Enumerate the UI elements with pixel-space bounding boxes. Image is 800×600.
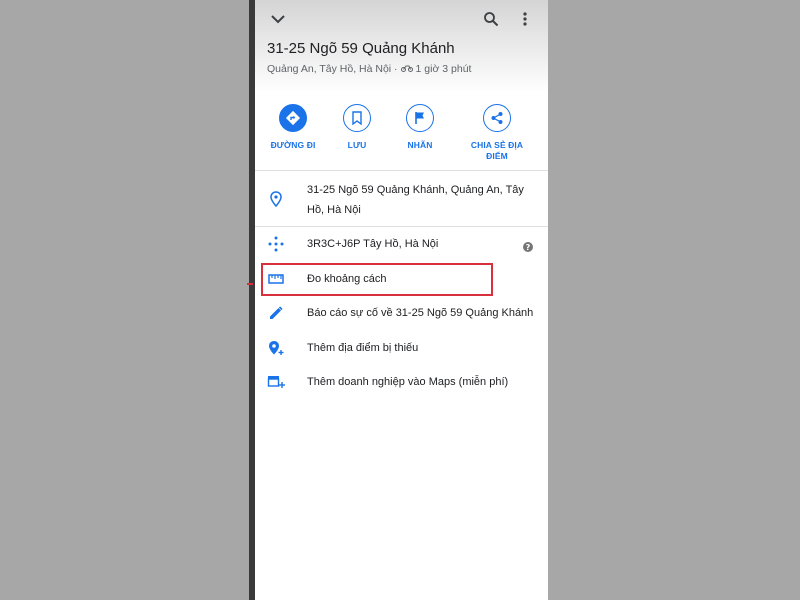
save-label: LƯU (347, 140, 367, 150)
chevron-down-icon[interactable] (265, 8, 291, 30)
motorbike-icon (400, 63, 413, 75)
share-icon (483, 104, 511, 132)
ruler-icon (265, 268, 287, 290)
flag-icon (406, 104, 434, 132)
place-locality: Quảng An, Tây Hồ, Hà Nội · (267, 63, 398, 75)
divider (255, 170, 548, 171)
save-button[interactable]: LƯU (322, 104, 392, 151)
plus-code-text: 3R3C+J6P Tây Hồ, Hà Nội (307, 238, 439, 250)
add-business-label: Thêm doanh nghiệp vào Maps (miễn phí) (307, 376, 509, 388)
address-line-1: 31-25 Ngõ 59 Quảng Khánh, Quảng An, Tây (307, 184, 524, 196)
measure-distance-row[interactable]: Đo khoảng cách (255, 268, 548, 290)
label-button[interactable]: NHÃN (385, 104, 455, 151)
share-button[interactable]: CHIA SẺ ĐỊA ĐIỂM (462, 104, 532, 162)
directions-label: ĐƯỜNG ĐI (270, 140, 316, 150)
place-title: 31-25 Ngõ 59 Quảng Khánh (267, 40, 455, 57)
add-business-icon (265, 371, 287, 393)
label-label: NHÃN (407, 140, 433, 150)
report-issue-row[interactable]: Báo cáo sự cố về 31-25 Ngõ 59 Quảng Khán… (255, 302, 548, 324)
add-business-row[interactable]: Thêm doanh nghiệp vào Maps (miễn phí) (255, 371, 548, 393)
add-location-icon (265, 337, 287, 359)
highlight-pointer (247, 283, 253, 285)
help-icon[interactable]: ? (523, 242, 533, 252)
travel-time: 1 giờ 3 phút (415, 63, 472, 75)
measure-distance-label: Đo khoảng cách (307, 273, 387, 285)
address-line-2: Hồ, Hà Nội (307, 204, 361, 216)
place-header: 31-25 Ngõ 59 Quảng Khánh Quảng An, Tây H… (255, 0, 548, 92)
add-missing-place-row[interactable]: Thêm địa điểm bị thiếu (255, 337, 548, 359)
action-buttons: ĐƯỜNG ĐI LƯU NHÃN CHIA SẺ ĐỊA ĐIỂM (255, 104, 548, 162)
location-pin-icon (265, 188, 287, 210)
bookmark-icon (343, 104, 371, 132)
plus-code-icon (265, 233, 287, 255)
maps-place-sheet: 31-25 Ngõ 59 Quảng Khánh Quảng An, Tây H… (255, 0, 548, 600)
place-subtitle: Quảng An, Tây Hồ, Hà Nội · 1 giờ 3 phút (267, 63, 471, 75)
directions-button[interactable]: ĐƯỜNG ĐI (258, 104, 328, 151)
report-issue-label: Báo cáo sự cố về 31-25 Ngõ 59 Quảng Khán… (307, 307, 534, 319)
search-icon[interactable] (480, 8, 502, 30)
directions-icon (279, 104, 307, 132)
more-vert-icon[interactable] (517, 8, 533, 30)
address-row[interactable]: 31-25 Ngõ 59 Quảng Khánh, Quảng An, Tây … (255, 180, 548, 222)
divider (255, 226, 548, 227)
pencil-icon (265, 302, 287, 324)
share-label: CHIA SẺ ĐỊA ĐIỂM (470, 140, 524, 161)
plus-code-row[interactable]: 3R3C+J6P Tây Hồ, Hà Nội ? (255, 233, 548, 255)
add-missing-place-label: Thêm địa điểm bị thiếu (307, 342, 419, 354)
